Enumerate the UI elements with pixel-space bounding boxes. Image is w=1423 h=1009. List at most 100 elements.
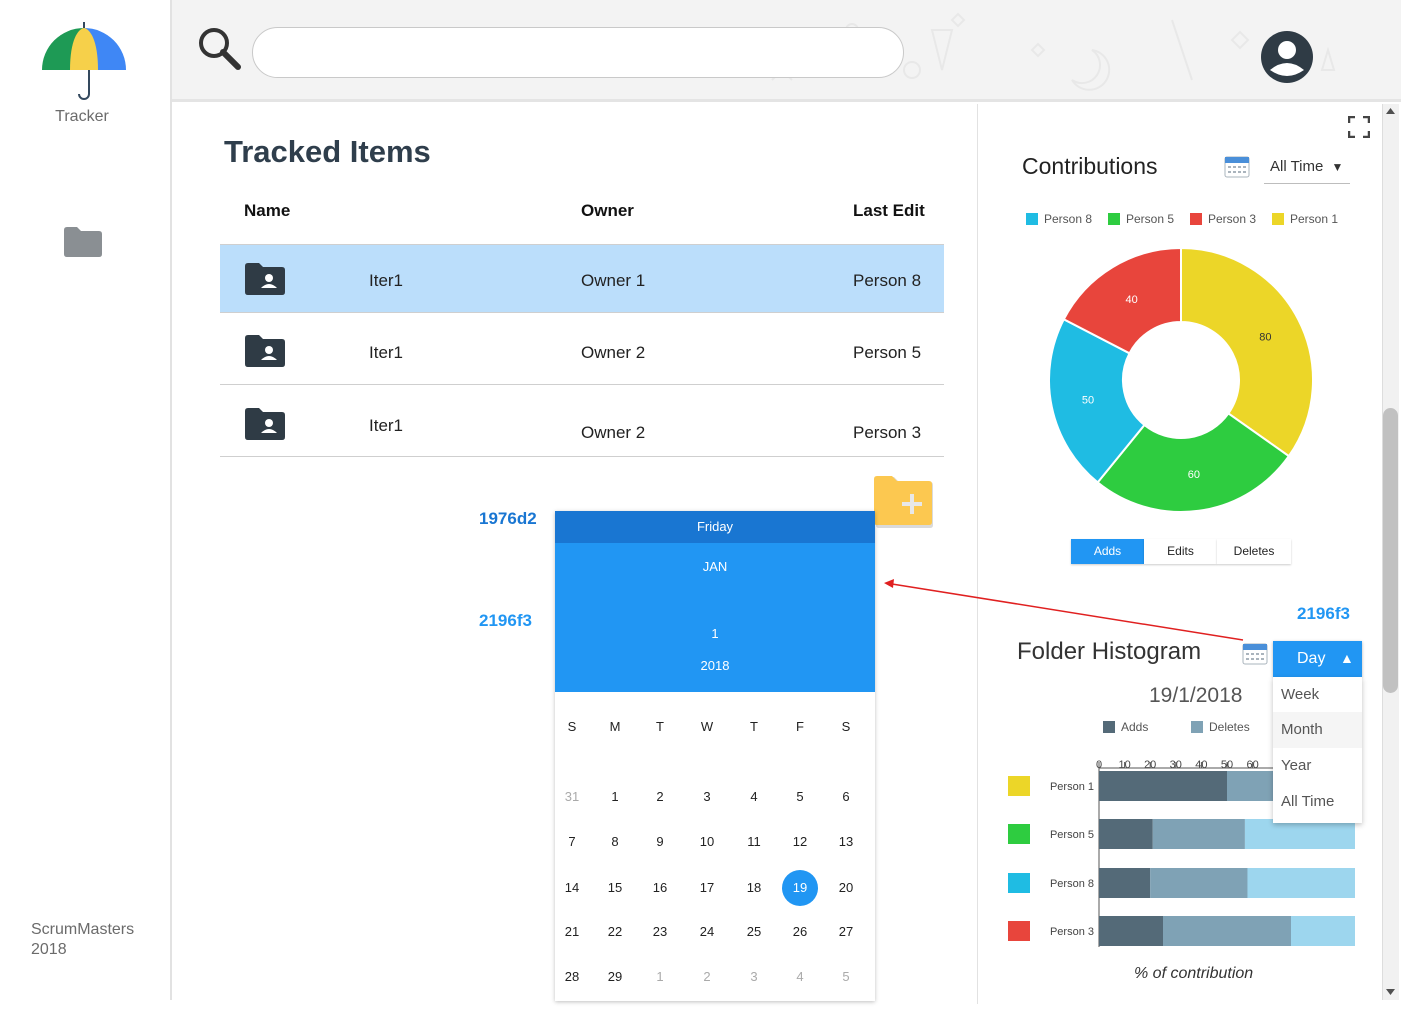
calendar-day[interactable]: 15 xyxy=(597,870,633,906)
calendar-day[interactable]: 2 xyxy=(689,959,725,995)
calendar-day[interactable]: 16 xyxy=(642,870,678,906)
scroll-up-icon[interactable] xyxy=(1383,104,1398,119)
x-tick-label: 20 xyxy=(1144,759,1156,771)
scrollbar-thumb[interactable] xyxy=(1383,408,1398,693)
calendar-day[interactable]: 13 xyxy=(828,824,864,860)
x-tick-label: 10 xyxy=(1118,759,1130,771)
date-picker-year[interactable]: 2018 xyxy=(555,658,875,673)
legend-item[interactable]: Adds xyxy=(1103,720,1148,734)
pie-data-label: 80 xyxy=(1259,331,1271,343)
histogram-bar[interactable] xyxy=(1150,868,1248,898)
calendar-day[interactable]: 4 xyxy=(782,959,818,995)
calendar-day[interactable]: 18 xyxy=(736,870,772,906)
calendar-day[interactable]: 2 xyxy=(642,779,678,815)
legend-label: Person 8 xyxy=(1044,212,1093,226)
dropdown-option-year[interactable]: Year xyxy=(1273,748,1362,784)
column-header-name[interactable]: Name xyxy=(244,201,290,221)
legend-item[interactable]: Person 5 xyxy=(1108,212,1174,226)
histogram-bar[interactable] xyxy=(1244,819,1355,849)
add-folder-button[interactable] xyxy=(874,476,934,530)
histogram-bar[interactable] xyxy=(1099,868,1151,898)
calendar-day[interactable]: 29 xyxy=(597,959,633,995)
range-select-value: All Time xyxy=(1270,158,1324,175)
calendar-day[interactable]: 7 xyxy=(555,824,590,860)
table-row[interactable] xyxy=(220,385,944,457)
calendar-day[interactable]: 22 xyxy=(597,914,633,950)
search-input[interactable] xyxy=(252,27,904,78)
caret-up-icon[interactable]: ▲ xyxy=(1340,650,1354,666)
calendar-day[interactable]: 21 xyxy=(555,914,590,950)
calendar-day[interactable]: 14 xyxy=(555,870,590,906)
date-picker-day[interactable]: 1 xyxy=(555,626,875,641)
weekday-header: M xyxy=(609,719,621,734)
calendar-day[interactable]: 31 xyxy=(555,779,590,815)
histogram-bar[interactable] xyxy=(1099,916,1163,946)
date-picker-header: JAN 1 2018 xyxy=(555,543,875,692)
calendar-day[interactable]: 27 xyxy=(828,914,864,950)
histogram-bar[interactable] xyxy=(1163,916,1291,946)
weekday-header: T xyxy=(750,719,758,734)
legend-item[interactable]: Person 3 xyxy=(1190,212,1256,226)
search-icon[interactable] xyxy=(196,25,242,71)
x-tick-label: 30 xyxy=(1170,759,1182,771)
calendar-icon[interactable] xyxy=(1224,153,1250,179)
calendar-day[interactable]: 3 xyxy=(689,779,725,815)
calendar-day[interactable]: 8 xyxy=(597,824,633,860)
calendar-day[interactable]: 23 xyxy=(642,914,678,950)
calendar-day[interactable]: 25 xyxy=(736,914,772,950)
calendar-day[interactable]: 4 xyxy=(736,779,772,815)
calendar-day[interactable]: 5 xyxy=(782,779,818,815)
calendar-day[interactable]: 5 xyxy=(828,959,864,995)
folder-icon[interactable] xyxy=(64,227,102,257)
account-icon[interactable] xyxy=(1260,30,1314,84)
tab-adds[interactable]: Adds xyxy=(1071,539,1144,564)
x-tick-label: 60 xyxy=(1246,759,1258,771)
calendar-day[interactable]: 28 xyxy=(555,959,590,995)
row-name: Iter1 xyxy=(369,271,404,290)
dropdown-option-month[interactable]: Month xyxy=(1273,712,1362,748)
umbrella-logo-icon[interactable] xyxy=(40,20,128,104)
calendar-day[interactable]: 12 xyxy=(782,824,818,860)
histogram-bar[interactable] xyxy=(1099,819,1153,849)
pie-data-label: 50 xyxy=(1082,394,1094,406)
calendar-day[interactable]: 1 xyxy=(642,959,678,995)
calendar-day[interactable]: 6 xyxy=(828,779,864,815)
histogram-bar[interactable] xyxy=(1099,771,1227,801)
range-select[interactable]: All Time ▼ xyxy=(1264,152,1350,184)
weekday-header: W xyxy=(700,719,714,734)
footer-credits: ScrumMasters 2018 xyxy=(31,920,134,960)
body-color-label: 2196f3 xyxy=(479,611,532,630)
histogram-bar[interactable] xyxy=(1152,819,1245,849)
legend-item[interactable]: Person 1 xyxy=(1272,212,1338,226)
calendar-day[interactable]: 11 xyxy=(736,824,772,860)
calendar-day[interactable]: 1 xyxy=(597,779,633,815)
calendar-icon[interactable] xyxy=(1242,640,1268,666)
period-dropdown-menu: Week Month Year All Time xyxy=(1273,677,1362,823)
row-owner: Owner 2 xyxy=(581,423,646,442)
tab-deletes[interactable]: Deletes xyxy=(1217,539,1291,564)
calendar-day[interactable]: 17 xyxy=(689,870,725,906)
calendar-day[interactable]: 20 xyxy=(828,870,864,906)
row-name: Iter1 xyxy=(369,416,404,435)
histogram-bar[interactable] xyxy=(1247,868,1355,898)
calendar-day[interactable]: 10 xyxy=(689,824,725,860)
calendar-day[interactable]: 9 xyxy=(642,824,678,860)
calendar-day[interactable]: 19 xyxy=(782,870,818,906)
column-header-last-edit[interactable]: Last Edit xyxy=(853,201,925,221)
histogram-bar[interactable] xyxy=(1291,916,1355,946)
calendar-day[interactable]: 24 xyxy=(689,914,725,950)
fullscreen-icon[interactable] xyxy=(1348,116,1370,138)
pie-slice[interactable] xyxy=(1180,246,1314,458)
legend-item[interactable]: Deletes xyxy=(1191,720,1250,734)
dropdown-option-week[interactable]: Week xyxy=(1273,677,1362,713)
scroll-down-icon[interactable] xyxy=(1383,984,1398,999)
calendar-day[interactable]: 3 xyxy=(736,959,772,995)
dropdown-option-all-time[interactable]: All Time xyxy=(1273,784,1362,820)
calendar-day[interactable]: 26 xyxy=(782,914,818,950)
date-picker-month[interactable]: JAN xyxy=(555,559,875,574)
date-picker-weekday: Friday xyxy=(555,511,875,543)
column-header-owner[interactable]: Owner xyxy=(581,201,634,221)
legend-item[interactable]: Person 8 xyxy=(1026,212,1092,226)
y-tick-label: Person 3 xyxy=(1050,926,1094,938)
tab-edits[interactable]: Edits xyxy=(1144,539,1217,564)
